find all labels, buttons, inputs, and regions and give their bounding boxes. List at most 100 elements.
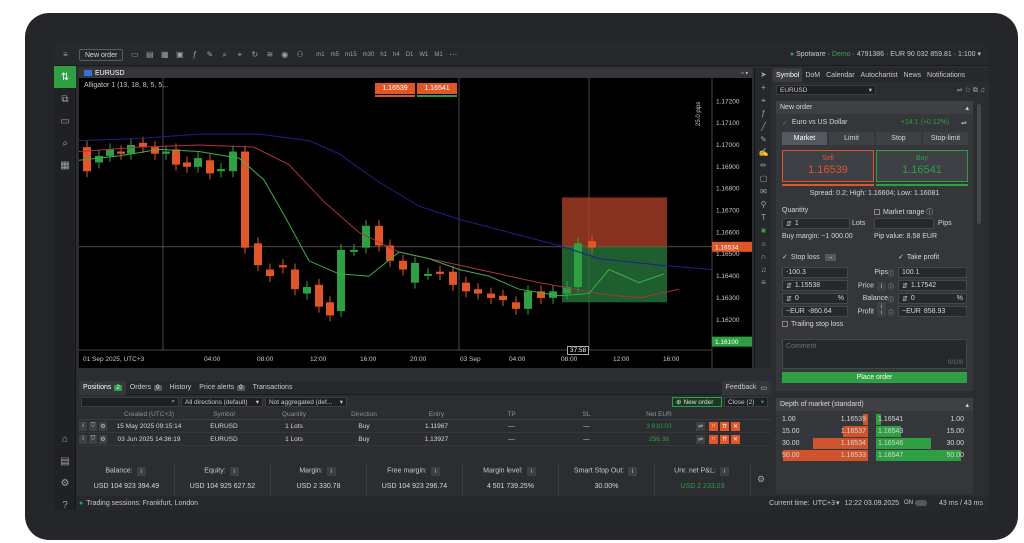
buy-quote-box[interactable]: 1.16541 bbox=[417, 83, 457, 94]
bank-icon[interactable]: ⌂ bbox=[54, 428, 76, 450]
timeframe-M1[interactable]: M1 bbox=[434, 52, 442, 58]
order-type-limit[interactable]: Limit bbox=[829, 132, 874, 145]
stop-loss-balance-input[interactable]: ⇵ 0% bbox=[782, 293, 848, 304]
crosshair-icon[interactable]: + bbox=[755, 81, 772, 94]
take-profit-toggle[interactable]: ✓ Take profit bbox=[898, 253, 939, 261]
comment-field[interactable]: Comment 0/100 bbox=[782, 339, 967, 369]
info-icon[interactable]: i bbox=[628, 467, 638, 476]
indicator-icon[interactable]: ƒ bbox=[189, 50, 200, 59]
take-profit-price-input[interactable]: ⇵ 1.17542 bbox=[898, 280, 967, 291]
market-range-row[interactable]: Market range ⓘ bbox=[874, 207, 933, 217]
stop-loss-pips-input[interactable]: -100.3 bbox=[782, 267, 848, 278]
collapse-icon[interactable]: ▴ bbox=[965, 401, 969, 409]
take-profit-pips-input[interactable]: 100.1 bbox=[898, 267, 967, 278]
line-icon[interactable]: ╱ bbox=[755, 120, 772, 133]
dom-sell-row[interactable]: 15.00 1.16537 bbox=[780, 426, 868, 437]
feedback-button[interactable]: Feedback ▭ bbox=[721, 380, 771, 395]
shape-icon[interactable]: ▢ bbox=[755, 172, 772, 185]
double-icon[interactable]: ⇈ bbox=[720, 421, 729, 431]
more-icon[interactable]: ⋯ bbox=[448, 50, 459, 59]
info-icon[interactable]: ⓘ bbox=[888, 308, 894, 317]
apps-icon[interactable]: ▦ bbox=[54, 154, 76, 176]
chart-symbol[interactable]: EURUSD bbox=[95, 70, 125, 77]
report-icon[interactable]: ▤ bbox=[54, 450, 76, 472]
timeframe-D1[interactable]: D1 bbox=[406, 52, 414, 58]
gear-icon[interactable]: ⚙ bbox=[99, 421, 107, 431]
bell-icon[interactable]: ♫ bbox=[755, 263, 772, 276]
stop-loss-profit-input[interactable]: ~EUR -860.64 bbox=[782, 306, 848, 317]
fib-icon[interactable]: ƒ bbox=[755, 107, 772, 120]
column-header[interactable]: Net EUR bbox=[624, 411, 694, 418]
reverse-icon[interactable]: ∩ bbox=[709, 434, 718, 444]
info-icon[interactable]: i bbox=[877, 308, 886, 317]
shield-icon[interactable]: ⛉ bbox=[89, 434, 97, 444]
place-order-button[interactable]: Place order bbox=[782, 372, 967, 383]
quantity-input[interactable]: ⇵ 1 bbox=[782, 218, 850, 229]
timeframe-m1[interactable]: m1 bbox=[316, 52, 324, 58]
close-icon[interactable]: ✕ bbox=[731, 434, 740, 444]
pen-icon[interactable]: ✎ bbox=[755, 133, 772, 146]
column-header[interactable]: Quantity bbox=[259, 411, 329, 418]
collapse-icon[interactable]: ▴ bbox=[965, 104, 969, 112]
arrow-icon[interactable]: → bbox=[824, 254, 836, 261]
gear-icon[interactable]: ⚙ bbox=[99, 434, 107, 444]
close-chart-icon[interactable]: ▫ ▪ bbox=[741, 70, 748, 77]
tab-calendar[interactable]: Calendar bbox=[823, 68, 857, 82]
account-info[interactable]: ● Spotware · Demo · 4791386 · EUR 90 032… bbox=[790, 50, 981, 58]
take-profit-balance-input[interactable]: ⇵ 0% bbox=[898, 293, 967, 304]
cursor-icon[interactable]: ➤ bbox=[755, 68, 772, 81]
market-range-checkbox[interactable] bbox=[874, 209, 880, 216]
shield-icon[interactable]: ⛉ bbox=[89, 421, 97, 431]
eye-icon[interactable]: ◉ bbox=[279, 50, 290, 59]
info-icon[interactable]: i bbox=[526, 467, 536, 476]
zoom-icon[interactable]: ⌖ bbox=[234, 50, 245, 59]
comment-icon[interactable]: ✉ bbox=[755, 185, 772, 198]
aggregation-filter[interactable]: Not aggregated (def... ▾ bbox=[265, 397, 347, 407]
info-icon[interactable]: i bbox=[326, 467, 336, 476]
search-positions-input[interactable]: ⌕ bbox=[81, 397, 179, 407]
tab-notifications[interactable]: Notifications bbox=[924, 68, 968, 82]
order-type-stop-limit[interactable]: Stop-limit bbox=[923, 132, 968, 145]
sell-button[interactable]: Sell 1.16539 bbox=[782, 150, 874, 182]
order-type-stop[interactable]: Stop bbox=[876, 132, 921, 145]
tab-price-alerts[interactable]: Price alerts 0 bbox=[195, 381, 248, 395]
column-header[interactable]: Created (UTC+3) bbox=[109, 411, 189, 418]
reverse-icon[interactable]: ∩ bbox=[709, 421, 718, 431]
search-icon[interactable]: ⌕ bbox=[219, 50, 230, 59]
order-type-market[interactable]: Market bbox=[782, 132, 827, 145]
settings-icon[interactable]: ⚙ bbox=[54, 472, 76, 494]
layers-icon[interactable]: ≋ bbox=[264, 50, 275, 59]
brush-icon[interactable]: ✍ bbox=[755, 146, 772, 159]
column-header[interactable]: TP bbox=[474, 411, 549, 418]
stepper-icon[interactable]: ⇵ bbox=[786, 295, 792, 303]
tab-transactions[interactable]: Transactions bbox=[249, 381, 297, 395]
new-order-button[interactable]: New order bbox=[79, 48, 124, 61]
info-icon[interactable]: i bbox=[229, 467, 239, 476]
tab-autochartist[interactable]: Autochartist bbox=[858, 68, 901, 82]
column-header[interactable]: Symbol bbox=[189, 411, 259, 418]
info-icon[interactable]: ⓘ bbox=[926, 209, 933, 216]
info-icon[interactable]: i bbox=[719, 467, 729, 476]
dom-buy-row[interactable]: 1.16543 15.00 bbox=[876, 426, 966, 437]
list-icon[interactable]: ≡ bbox=[755, 276, 772, 289]
stop-loss-price-input[interactable]: ⇵ 1.15538 bbox=[782, 280, 848, 291]
dom-buy-row[interactable]: 1.16546 30.00 bbox=[876, 438, 966, 449]
text-icon[interactable]: T bbox=[755, 211, 772, 224]
copy-icon[interactable]: ⧉ bbox=[54, 88, 76, 110]
dom-sell-row[interactable]: 30.00 1.16534 bbox=[780, 438, 868, 449]
column-header[interactable]: Direction bbox=[329, 411, 399, 418]
chart-canvas[interactable]: 1.17200 1.17100 1.17000 1.16900 1.16800 1.167… bbox=[79, 78, 752, 368]
stepper-icon[interactable]: ⇵ bbox=[786, 220, 792, 228]
tab-symbol[interactable]: Symbol bbox=[773, 68, 803, 82]
timeframe-m30[interactable]: m30 bbox=[363, 52, 375, 58]
symbol-select[interactable]: EURUSD ▾ bbox=[776, 85, 876, 95]
buy-button[interactable]: Buy 1.16541 bbox=[876, 150, 968, 182]
analyze-icon[interactable]: ⌕ bbox=[54, 132, 76, 154]
info-icon[interactable]: i bbox=[430, 467, 440, 476]
help-icon[interactable]: ? bbox=[54, 494, 76, 511]
table-row[interactable]: i ⛉ ⚙ 03 Jun 2025 14:36:19 EURUSD 1 Lots Buy 1.… bbox=[79, 433, 771, 446]
double-icon[interactable]: ⇈ bbox=[720, 434, 729, 444]
timeframe-m5[interactable]: m5 bbox=[331, 52, 339, 58]
menu-icon[interactable]: ≡ bbox=[60, 50, 71, 59]
color-icon[interactable]: ■ bbox=[755, 224, 772, 237]
